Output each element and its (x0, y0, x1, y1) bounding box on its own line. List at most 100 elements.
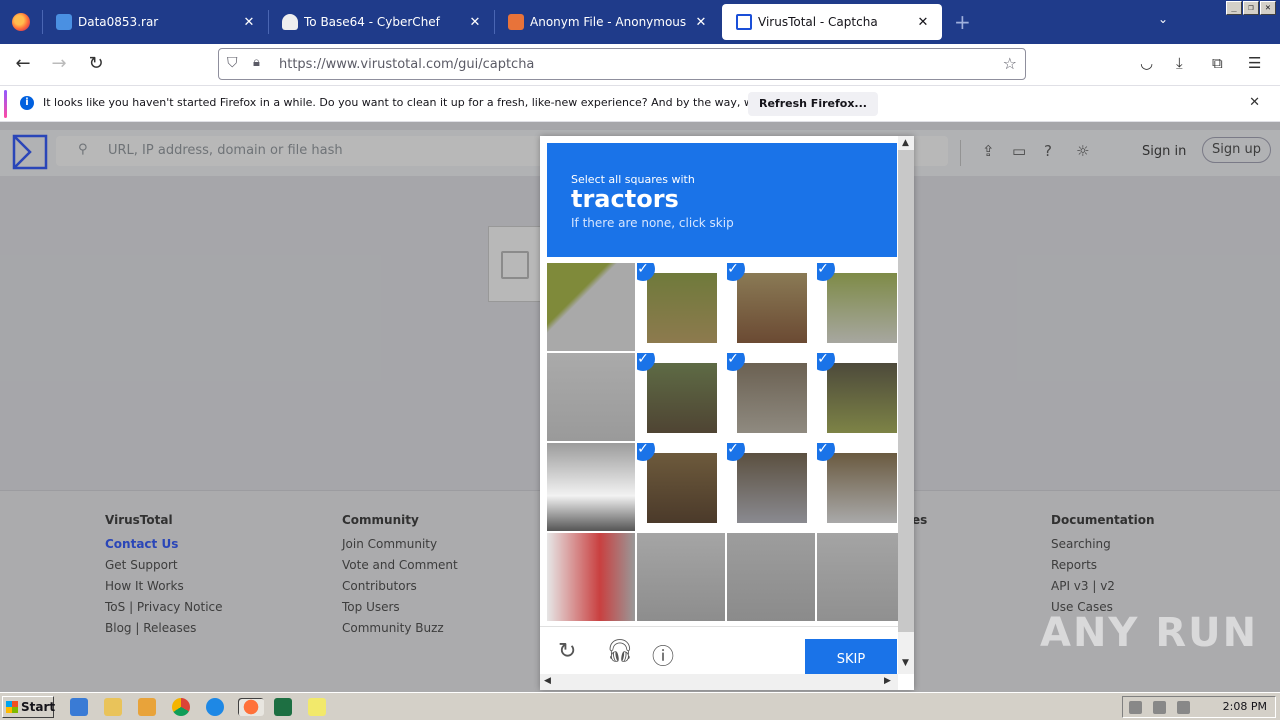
captcha-tile[interactable]: ✓ (727, 263, 815, 351)
refresh-firefox-button[interactable]: Refresh Firefox... (748, 92, 878, 116)
close-icon[interactable]: ✕ (464, 15, 486, 30)
navigation-bar: ← → ↻ ⛉ 🔒︎ https://www.virustotal.com/gu… (0, 44, 1280, 86)
flag-icon[interactable] (1177, 701, 1190, 714)
tab-label: To Base64 - CyberChef (304, 15, 440, 29)
edge-icon[interactable] (206, 698, 224, 716)
tile-image (737, 273, 807, 343)
excel-icon[interactable] (274, 698, 292, 716)
tab-cyberchef[interactable]: To Base64 - CyberChef ✕ (268, 0, 494, 44)
ie-icon[interactable] (70, 698, 88, 716)
lock-icon[interactable]: 🔒︎ (253, 55, 260, 70)
captcha-tile[interactable] (547, 533, 635, 621)
windows-flag-icon (6, 701, 18, 713)
scroll-left-icon[interactable]: ◀ (544, 676, 551, 686)
new-tab-button[interactable]: + (954, 10, 971, 34)
skip-button[interactable]: SKIP (805, 639, 897, 675)
hamburger-menu-icon[interactable]: ☰ (1248, 54, 1261, 72)
tile-image (547, 263, 635, 351)
tab-label: Data0853.rar (78, 15, 159, 29)
captcha-tile[interactable]: ✓ (727, 353, 815, 441)
captcha-tile[interactable] (727, 533, 815, 621)
shield-icon[interactable]: ⛉ (227, 55, 238, 71)
scroll-down-icon[interactable]: ▼ (902, 658, 909, 668)
chef-hat-icon (282, 14, 298, 30)
anyrun-watermark: ANY RUN (1040, 610, 1259, 656)
refresh-notification-bar: i It looks like you haven't started Fire… (0, 86, 1280, 122)
tab-anonym-file[interactable]: Anonym File - Anonymous File Uplo ✕ (494, 0, 720, 44)
audio-challenge-icon[interactable]: 🎧︎ (606, 639, 634, 664)
tab-virustotal[interactable]: VirusTotal - Captcha ✕ (722, 4, 942, 40)
url-text[interactable]: https://www.virustotal.com/gui/captcha (279, 57, 534, 72)
captcha-tile[interactable]: ✓ (637, 353, 725, 441)
captcha-tile[interactable]: ✓ (817, 263, 905, 351)
start-button[interactable]: Start (2, 696, 55, 718)
tile-image (827, 363, 897, 433)
tab-data0853[interactable]: Data0853.rar ✕ (42, 0, 268, 44)
info-icon: i (20, 96, 34, 110)
firefox-taskbar-icon[interactable] (238, 698, 264, 716)
downloads-icon[interactable]: ⤓ (1176, 54, 1183, 72)
recaptcha-challenge: Select all squares with tractors If ther… (540, 136, 914, 690)
url-bar[interactable]: ⛉ 🔒︎ https://www.virustotal.com/gui/capt… (218, 48, 1026, 80)
restore-icon[interactable]: ❐ (1243, 1, 1259, 15)
list-all-tabs-icon[interactable]: ⌄ (1158, 12, 1168, 26)
scroll-right-icon[interactable]: ▶ (884, 676, 891, 686)
captcha-tile[interactable] (637, 533, 725, 621)
close-window-icon[interactable]: ✕ (1260, 1, 1276, 15)
captcha-tile[interactable] (547, 263, 635, 351)
captcha-tile[interactable]: ✓ (817, 443, 905, 531)
volume-icon[interactable] (1129, 701, 1142, 714)
taskbar: Start 2:08 PM (0, 692, 1280, 720)
close-icon[interactable]: ✕ (238, 15, 260, 30)
captcha-tile[interactable] (817, 533, 905, 621)
back-icon[interactable]: ← (10, 53, 36, 77)
captcha-hint: If there are none, click skip (571, 216, 734, 230)
scroll-up-icon[interactable]: ▲ (902, 138, 909, 148)
close-icon[interactable]: ✕ (912, 15, 934, 30)
firefox-icon (12, 13, 30, 31)
network-icon[interactable] (1153, 701, 1166, 714)
tile-image (647, 273, 717, 343)
captcha-header: Select all squares with tractors If ther… (547, 143, 897, 257)
info-icon[interactable]: ⓘ (652, 639, 674, 671)
captcha-tile[interactable] (547, 443, 635, 531)
vertical-scrollbar[interactable]: ▲ ▼ (898, 136, 914, 674)
close-notification-icon[interactable]: ✕ (1249, 95, 1260, 110)
tab-strip: Data0853.rar ✕ To Base64 - CyberChef ✕ A… (0, 0, 1280, 44)
notepad-icon[interactable] (308, 698, 326, 716)
tile-image (727, 533, 815, 621)
explorer-icon[interactable] (104, 698, 122, 716)
tile-image (817, 533, 905, 621)
captcha-tile[interactable]: ✓ (817, 353, 905, 441)
anonym-file-icon (508, 14, 524, 30)
media-player-icon[interactable] (138, 698, 156, 716)
captcha-tile[interactable]: ✓ (637, 443, 725, 531)
tile-image (737, 453, 807, 523)
forward-icon[interactable]: → (46, 53, 72, 77)
tile-image (647, 453, 717, 523)
tile-image (547, 533, 635, 621)
extensions-icon[interactable]: ⧉ (1212, 54, 1223, 72)
tile-image (827, 453, 897, 523)
tile-image (547, 443, 635, 531)
captcha-target: tractors (571, 185, 679, 213)
captcha-tile[interactable]: ✓ (727, 443, 815, 531)
tile-image (647, 363, 717, 433)
window-controls: _ ❐ ✕ (1226, 1, 1276, 15)
pocket-icon[interactable]: ◡ (1140, 54, 1153, 72)
chrome-icon[interactable] (172, 698, 190, 716)
captcha-tile[interactable]: ✓ (637, 263, 725, 351)
tile-image (547, 353, 635, 441)
scroll-thumb[interactable] (898, 150, 914, 632)
minimize-icon[interactable]: _ (1226, 1, 1242, 15)
horizontal-scrollbar[interactable]: ◀ ▶ (540, 674, 898, 690)
bookmark-star-icon[interactable]: ☆ (1003, 54, 1017, 73)
notification-message: It looks like you haven't started Firefo… (43, 96, 827, 109)
reload-challenge-icon[interactable]: ↻ (558, 639, 576, 664)
clock: 2:08 PM (1222, 700, 1267, 713)
firefox-menu[interactable] (0, 0, 42, 44)
captcha-tile[interactable] (547, 353, 635, 441)
notification-accent (4, 90, 7, 118)
reload-icon[interactable]: ↻ (83, 53, 109, 77)
close-icon[interactable]: ✕ (690, 15, 712, 30)
